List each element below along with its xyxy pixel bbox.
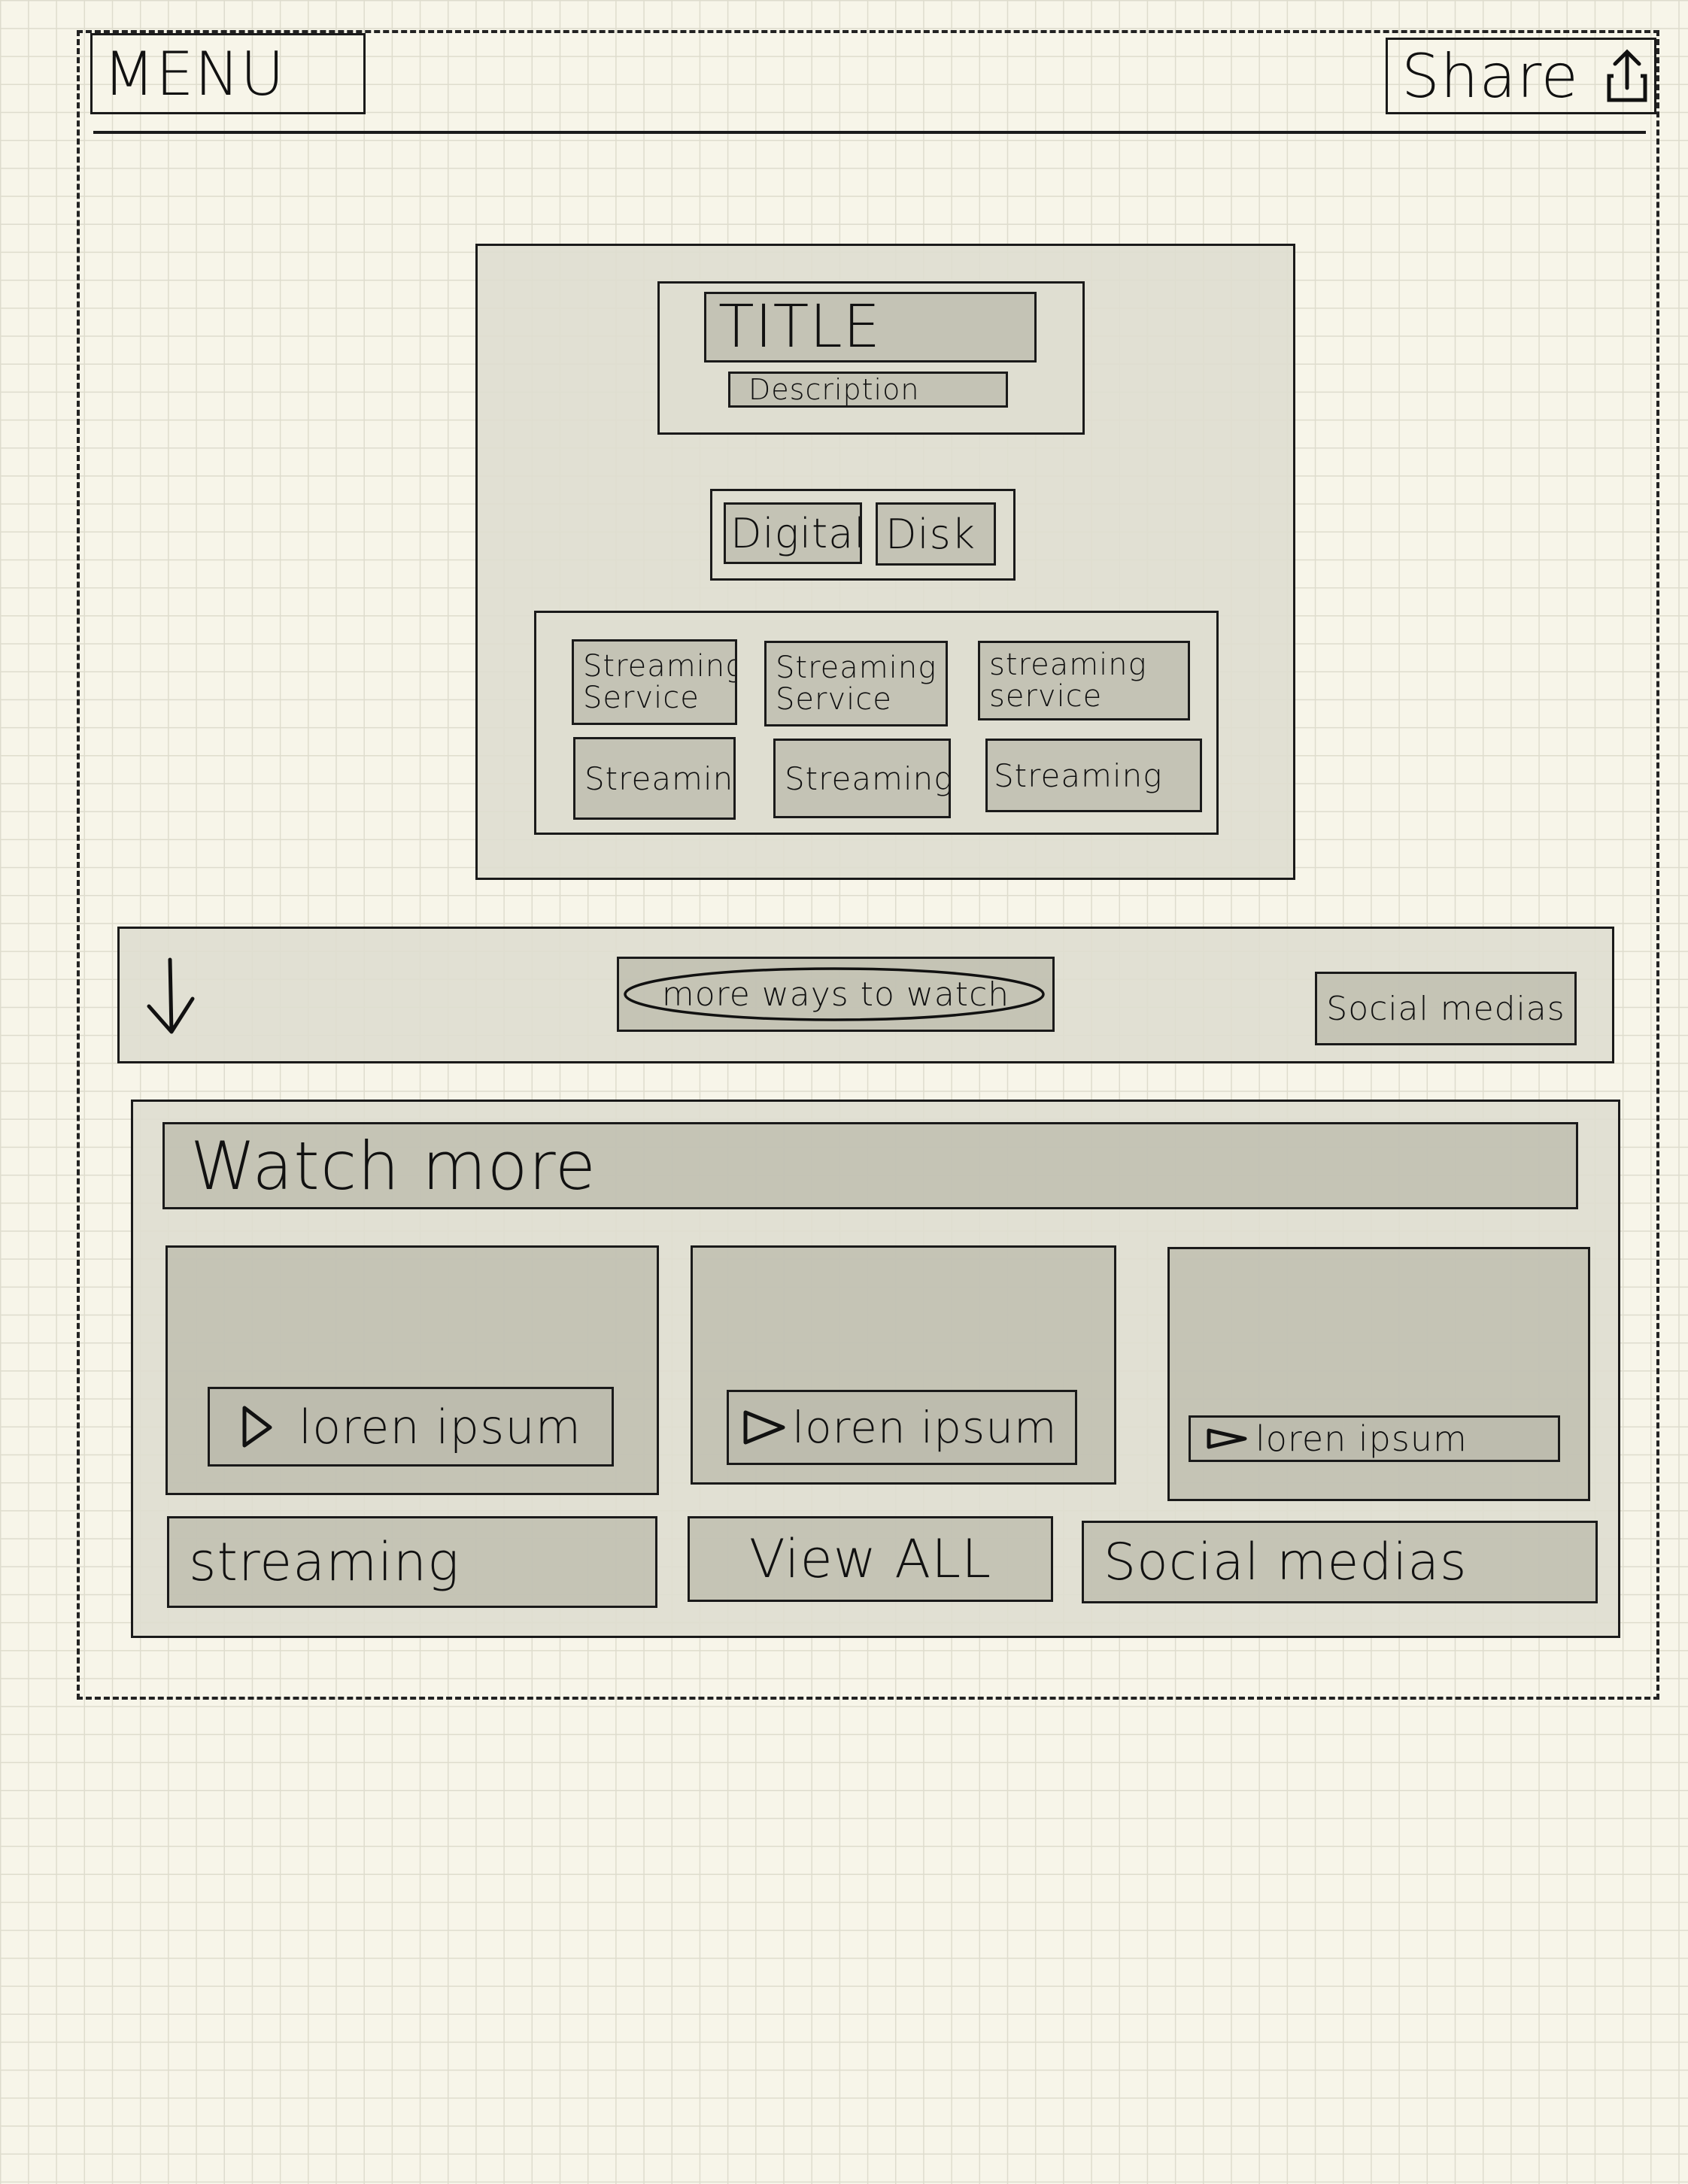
video-card-3[interactable]: [1167, 1247, 1590, 1501]
play-icon: [743, 1410, 785, 1445]
play-icon: [1207, 1428, 1247, 1449]
watch-more-heading-text: Watch more: [190, 1127, 597, 1205]
view-all-label: View ALL: [748, 1528, 992, 1590]
streaming-service-2-line2: Service: [776, 682, 892, 717]
video-card-2-label: loren ipsum: [792, 1402, 1058, 1453]
social-medias-footer-button[interactable]: Social medias: [1082, 1521, 1598, 1603]
more-ways-button[interactable]: more ways to watch: [617, 957, 1055, 1032]
hero-description-text: Description: [748, 373, 920, 406]
tab-disk[interactable]: Disk: [876, 502, 996, 566]
streaming-service-1-line1: Streaming: [583, 649, 737, 684]
streaming-link-1-label: Streaming: [584, 760, 734, 797]
streaming-service-2[interactable]: Streaming Service: [764, 641, 948, 726]
share-button[interactable]: Share: [1386, 38, 1656, 114]
share-upload-icon: [1605, 46, 1650, 106]
streaming-service-1-line2: Service: [583, 681, 700, 715]
streaming-service-3[interactable]: streaming service: [978, 641, 1190, 720]
tab-digital-label: Digital: [730, 509, 862, 557]
play-icon: [242, 1406, 272, 1448]
streaming-service-3-line2: service: [989, 679, 1103, 714]
streaming-link-2[interactable]: Streaming: [773, 739, 951, 818]
view-all-button[interactable]: View ALL: [688, 1516, 1053, 1602]
video-card-1-play-button[interactable]: loren ipsum: [208, 1387, 614, 1467]
tab-digital[interactable]: Digital: [724, 502, 862, 564]
streaming-link-2-label: Streaming: [785, 760, 951, 797]
video-card-3-label: loren ipsum: [1255, 1418, 1468, 1459]
video-card-1-label: loren ipsum: [299, 1399, 582, 1454]
video-card-3-play-button[interactable]: loren ipsum: [1189, 1415, 1560, 1462]
streaming-link-3-label: Streaming: [994, 757, 1163, 794]
social-medias-button[interactable]: Social medias: [1315, 972, 1577, 1045]
social-medias-footer-label: Social medias: [1104, 1532, 1468, 1592]
streaming-footer-label: streaming: [189, 1531, 460, 1593]
share-label: Share: [1401, 41, 1579, 111]
more-ways-label: more ways to watch: [661, 975, 1010, 1014]
streaming-service-1[interactable]: Streaming Service: [572, 639, 737, 725]
streaming-link-1[interactable]: Streaming: [573, 737, 736, 820]
video-card-2-play-button[interactable]: loren ipsum: [727, 1390, 1077, 1465]
streaming-service-3-line1: streaming: [989, 648, 1147, 682]
hero-description: Description: [728, 372, 1008, 408]
menu-button[interactable]: MENU: [90, 33, 366, 114]
streaming-footer-button[interactable]: streaming: [167, 1516, 657, 1608]
menu-label: MENU: [103, 38, 285, 109]
tab-disk-label: Disk: [885, 510, 976, 558]
streaming-service-2-line1: Streaming: [776, 651, 937, 685]
header-divider: [93, 131, 1646, 134]
arrow-down-icon[interactable]: [140, 957, 200, 1039]
hero-title: TITLE: [704, 292, 1037, 362]
streaming-link-3[interactable]: Streaming: [985, 739, 1202, 812]
watch-more-heading: Watch more: [162, 1122, 1578, 1209]
hero-title-text: TITLE: [718, 293, 882, 361]
social-medias-label: Social medias: [1326, 989, 1565, 1028]
